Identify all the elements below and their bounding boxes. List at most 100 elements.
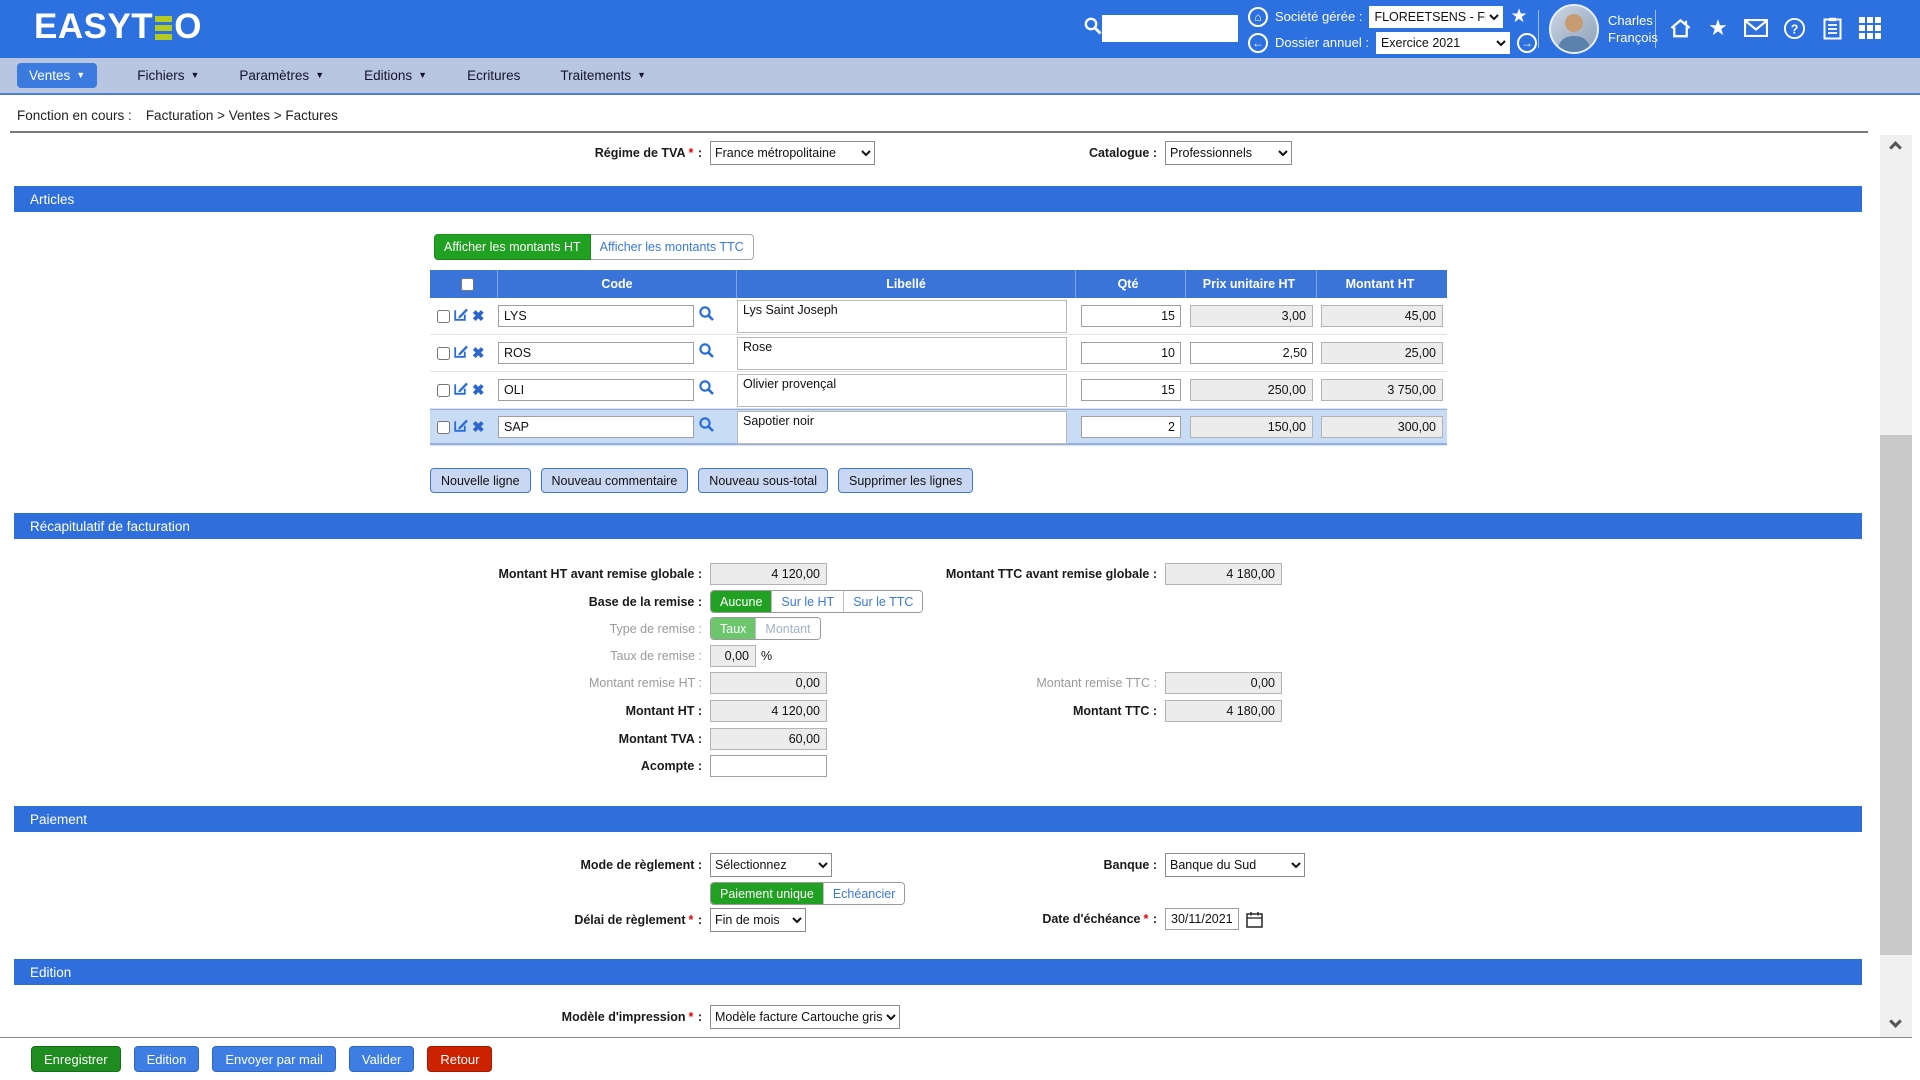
- discount-type-rate[interactable]: Taux: [711, 618, 756, 639]
- single-payment-option[interactable]: Paiement unique: [711, 883, 824, 904]
- libelle-field[interactable]: Lys Saint Joseph: [737, 300, 1067, 333]
- deposit-input[interactable]: [710, 755, 827, 777]
- code-input[interactable]: [498, 416, 694, 438]
- fiscal-year-select[interactable]: Exercice 2021: [1376, 32, 1510, 54]
- code-input[interactable]: [498, 342, 694, 364]
- libelle-field[interactable]: Rose: [737, 337, 1067, 370]
- edit-line-icon[interactable]: [453, 343, 469, 364]
- ttc-before-discount-value: 4 180,00: [1165, 563, 1282, 585]
- save-button[interactable]: Enregistrer: [31, 1046, 121, 1072]
- print-model-select[interactable]: Modèle facture Cartouche gris: [710, 1005, 900, 1029]
- code-input[interactable]: [498, 379, 694, 401]
- col-libelle: Libellé: [737, 270, 1076, 298]
- payment-term-select[interactable]: Fin de mois: [710, 908, 806, 932]
- discount-base-ht[interactable]: Sur le HT: [772, 591, 844, 612]
- libelle-field[interactable]: Olivier provençal: [737, 374, 1067, 407]
- discount-type-amount[interactable]: Montant: [756, 618, 819, 639]
- company-home-icon[interactable]: ⌂: [1248, 7, 1268, 27]
- notes-icon[interactable]: [1820, 16, 1844, 40]
- calendar-icon[interactable]: [1246, 911, 1263, 928]
- unit-price-input[interactable]: [1190, 342, 1313, 364]
- row-checkbox[interactable]: [437, 347, 450, 360]
- discount-rate-row: Taux de remise : 0,00 %: [380, 645, 772, 667]
- menu-ecritures[interactable]: Ecritures: [467, 68, 520, 83]
- edit-line-icon[interactable]: [453, 417, 469, 438]
- due-date-input[interactable]: [1165, 908, 1239, 930]
- discount-base-none[interactable]: Aucune: [711, 591, 772, 612]
- libelle-field[interactable]: Sapotier noir: [737, 411, 1067, 444]
- scroll-down-arrow-icon[interactable]: [1889, 1015, 1902, 1028]
- new-subtotal-button[interactable]: Nouveau sous-total: [698, 468, 828, 493]
- scrollbar-thumb[interactable]: [1880, 435, 1912, 955]
- delete-line-icon[interactable]: ✖: [472, 420, 485, 435]
- code-input[interactable]: [498, 305, 694, 327]
- installments-option[interactable]: Echéancier: [824, 883, 905, 904]
- bank-select[interactable]: Banque du Sud: [1165, 853, 1305, 877]
- delete-line-icon[interactable]: ✖: [472, 346, 485, 361]
- edit-line-icon[interactable]: [453, 380, 469, 401]
- select-all-checkbox[interactable]: [461, 278, 474, 291]
- catalogue-select[interactable]: Professionnels: [1165, 141, 1292, 165]
- delete-line-icon[interactable]: ✖: [472, 309, 485, 324]
- lookup-icon[interactable]: [698, 305, 715, 327]
- qty-input[interactable]: [1081, 379, 1181, 401]
- menu-fichiers[interactable]: Fichiers▼: [137, 68, 199, 83]
- qty-input[interactable]: [1081, 416, 1181, 438]
- discount-type-row: Type de remise : Taux Montant: [380, 617, 821, 640]
- discount-rate-value: 0,00: [710, 645, 756, 667]
- vat-regime-select[interactable]: France métropolitaine: [710, 141, 875, 165]
- new-line-button[interactable]: Nouvelle ligne: [430, 468, 531, 493]
- search-input[interactable]: [1102, 15, 1238, 42]
- edit-line-icon[interactable]: [453, 306, 469, 327]
- vertical-scrollbar[interactable]: [1880, 135, 1912, 1037]
- favorite-star-icon[interactable]: ★: [1510, 7, 1527, 26]
- row-checkbox[interactable]: [437, 310, 450, 323]
- payment-mode-row: Mode de règlement : Sélectionnez: [380, 853, 832, 877]
- edition-button[interactable]: Edition: [134, 1046, 200, 1072]
- discount-base-ttc[interactable]: Sur le TTC: [844, 591, 922, 612]
- row-checkbox[interactable]: [437, 384, 450, 397]
- amount-field: 300,00: [1321, 416, 1443, 438]
- next-year-icon[interactable]: →: [1517, 33, 1537, 53]
- unit-price-field: 3,00: [1190, 305, 1313, 327]
- user-avatar[interactable]: [1549, 4, 1599, 54]
- lookup-icon[interactable]: [698, 416, 715, 438]
- menu-parametres[interactable]: Paramètres▼: [239, 68, 324, 83]
- send-mail-button[interactable]: Envoyer par mail: [212, 1046, 336, 1072]
- company-select[interactable]: FLOREETSENS - FLOR: [1369, 6, 1503, 28]
- col-unit-price: Prix unitaire HT: [1186, 270, 1317, 298]
- svg-text:?: ?: [1790, 22, 1798, 36]
- ttc-before-discount-row: Montant TTC avant remise globale : 4 180…: [860, 563, 1282, 585]
- qty-input[interactable]: [1081, 305, 1181, 327]
- vat-regime-label: Régime de TVA* :: [380, 146, 702, 160]
- schedule-toggle-row: Paiement unique Echéancier: [710, 882, 905, 905]
- total-vat-value: 60,00: [710, 728, 827, 750]
- star-icon[interactable]: ★: [1706, 16, 1730, 40]
- show-ttc-toggle[interactable]: Afficher les montants TTC: [591, 234, 754, 260]
- validate-button[interactable]: Valider: [349, 1046, 415, 1072]
- payment-mode-select[interactable]: Sélectionnez: [710, 853, 832, 877]
- home-icon[interactable]: [1668, 16, 1692, 40]
- delete-line-icon[interactable]: ✖: [472, 383, 485, 398]
- menu-ventes[interactable]: Ventes▼: [17, 63, 97, 88]
- help-icon[interactable]: ?: [1782, 16, 1806, 40]
- lookup-icon[interactable]: [698, 379, 715, 401]
- easyteo-logo[interactable]: EASYTO: [34, 9, 202, 44]
- menu-editions[interactable]: Editions▼: [364, 68, 427, 83]
- apps-grid-icon[interactable]: [1858, 16, 1882, 40]
- new-comment-button[interactable]: Nouveau commentaire: [541, 468, 689, 493]
- back-button[interactable]: Retour: [427, 1046, 492, 1072]
- menu-traitements[interactable]: Traitements▼: [560, 68, 646, 83]
- lookup-icon[interactable]: [698, 342, 715, 364]
- breadcrumb-separator: [10, 131, 1868, 133]
- previous-year-icon[interactable]: ←: [1248, 33, 1268, 53]
- qty-input[interactable]: [1081, 342, 1181, 364]
- scroll-up-arrow-icon[interactable]: [1889, 141, 1902, 154]
- total-ttc-row: Montant TTC : 4 180,00: [860, 700, 1282, 722]
- show-ht-toggle[interactable]: Afficher les montants HT: [434, 234, 591, 260]
- mail-icon[interactable]: [1744, 16, 1768, 40]
- caret-down-icon: ▼: [76, 71, 85, 80]
- row-checkbox[interactable]: [437, 421, 450, 434]
- company-label: Société gérée :: [1275, 9, 1362, 24]
- delete-lines-button[interactable]: Supprimer les lignes: [838, 468, 973, 493]
